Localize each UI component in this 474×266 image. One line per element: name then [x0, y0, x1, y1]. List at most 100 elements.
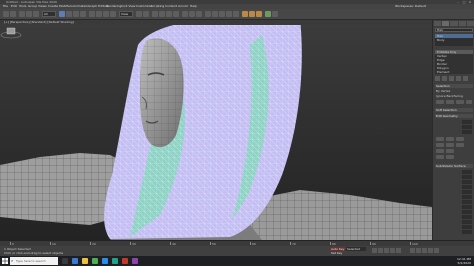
angle-snap-icon[interactable] — [159, 11, 165, 17]
mirror-icon[interactable] — [189, 11, 195, 17]
render-production-icon[interactable] — [256, 11, 262, 17]
key-filter-dropdown[interactable]: Selected — [346, 247, 366, 251]
motion-tab-icon[interactable] — [458, 21, 466, 26]
maximize-viewport-icon[interactable] — [434, 248, 439, 253]
param-row[interactable] — [436, 170, 472, 174]
param-row[interactable] — [436, 175, 472, 179]
create-button[interactable] — [436, 137, 444, 141]
taskbar-search-box[interactable]: ⌕ Type here to search — [10, 257, 58, 265]
go-to-end-icon[interactable] — [396, 248, 401, 253]
shrink-button[interactable] — [436, 100, 444, 104]
param-row[interactable] — [436, 205, 472, 209]
app-icon[interactable] — [132, 258, 138, 264]
stack-item[interactable]: Element — [435, 70, 473, 74]
modifier-list[interactable]: Hair Body — [435, 34, 473, 46]
zoom-all-icon[interactable] — [416, 248, 421, 253]
toggle-ribbon-icon[interactable] — [212, 11, 218, 17]
go-to-start-icon[interactable] — [372, 248, 377, 253]
select-move-icon[interactable] — [89, 11, 95, 17]
bind-space-warp-icon[interactable] — [33, 11, 39, 17]
render-setup-icon[interactable] — [242, 11, 248, 17]
align-icon[interactable] — [196, 11, 202, 17]
param-row[interactable] — [436, 200, 472, 204]
previous-frame-icon[interactable] — [378, 248, 383, 253]
remove-modifier-icon[interactable] — [456, 76, 461, 81]
pin-stack-icon[interactable] — [435, 76, 440, 81]
grow-button[interactable] — [446, 100, 454, 104]
window-crossing-icon[interactable] — [80, 11, 86, 17]
reference-coordinate-dropdown[interactable]: View — [119, 11, 133, 17]
param-row[interactable] — [436, 130, 472, 134]
param-row[interactable] — [436, 190, 472, 194]
a360-gallery-icon[interactable] — [272, 11, 278, 17]
named-selection-icon[interactable] — [182, 11, 188, 17]
pan-icon[interactable] — [422, 248, 427, 253]
make-unique-icon[interactable] — [449, 76, 454, 81]
rollout-subdivision-surface[interactable]: Subdivision Surface — [435, 164, 473, 168]
redo-icon[interactable] — [10, 11, 16, 17]
orbit-icon[interactable] — [428, 248, 433, 253]
task-view-icon[interactable] — [62, 258, 68, 264]
param-by-vertex[interactable]: By Vertex — [436, 89, 472, 93]
link-icon[interactable] — [19, 11, 25, 17]
layer-explorer-icon[interactable] — [205, 11, 211, 17]
material-editor-icon[interactable] — [233, 11, 239, 17]
param-row[interactable] — [436, 120, 472, 124]
slice-plane-button[interactable] — [436, 143, 444, 147]
unlink-icon[interactable] — [26, 11, 32, 17]
display-tab-icon[interactable] — [466, 21, 474, 26]
rollout-edit-geometry[interactable]: Edit Geometry — [435, 114, 473, 118]
quickslice-button[interactable] — [446, 143, 454, 147]
next-frame-icon[interactable] — [390, 248, 395, 253]
undo-icon[interactable] — [3, 11, 9, 17]
percent-snap-icon[interactable] — [166, 11, 172, 17]
snaps-toggle-icon[interactable] — [152, 11, 158, 17]
param-row[interactable] — [436, 210, 472, 214]
zoom-icon[interactable] — [410, 248, 415, 253]
tessellate-button[interactable] — [446, 149, 454, 153]
manipulate-icon[interactable] — [143, 11, 149, 17]
select-by-name-icon[interactable] — [66, 11, 72, 17]
spinner-snap-icon[interactable] — [173, 11, 179, 17]
relax-button[interactable] — [446, 155, 454, 159]
select-rotate-icon[interactable] — [96, 11, 102, 17]
pivot-center-icon[interactable] — [136, 11, 142, 17]
selection-filter-dropdown[interactable]: All — [42, 11, 56, 17]
configure-sets-icon[interactable] — [463, 76, 468, 81]
param-row[interactable] — [436, 185, 472, 189]
system-clock[interactable]: 12:41 PM 5/2/2020 — [457, 257, 471, 265]
render-in-cloud-icon[interactable] — [265, 11, 271, 17]
viewcube-icon[interactable] — [0, 25, 22, 39]
modify-tab-icon[interactable] — [442, 21, 450, 26]
make-planar-button[interactable] — [436, 155, 444, 159]
curve-editor-icon[interactable] — [219, 11, 225, 17]
cut-button[interactable] — [456, 143, 464, 147]
msmooth-button[interactable] — [436, 149, 444, 153]
loop-button[interactable] — [466, 100, 472, 104]
set-key-button[interactable]: Set Key — [330, 251, 343, 255]
app-icon[interactable] — [122, 258, 128, 264]
list-item[interactable]: Body — [435, 38, 473, 42]
select-object-icon[interactable] — [59, 11, 65, 17]
rollout-soft-selection[interactable]: Soft Selection — [435, 108, 473, 112]
store-app-icon[interactable] — [102, 258, 108, 264]
attach-button[interactable] — [456, 137, 464, 141]
select-scale-icon[interactable] — [103, 11, 109, 17]
show-end-result-icon[interactable] — [442, 76, 447, 81]
perspective-viewport[interactable] — [0, 25, 432, 240]
param-row[interactable] — [436, 225, 472, 229]
object-name-field[interactable]: Hair — [435, 28, 473, 32]
param-row[interactable] — [436, 220, 472, 224]
windows-start-icon[interactable] — [2, 258, 8, 264]
rectangular-selection-icon[interactable] — [73, 11, 79, 17]
face-mesh[interactable] — [140, 38, 184, 148]
placement-icon[interactable] — [110, 11, 116, 17]
param-row[interactable] — [436, 195, 472, 199]
collapse-button[interactable] — [446, 137, 454, 141]
rollout-selection[interactable]: Selection — [435, 84, 473, 88]
chrome-app-icon[interactable] — [92, 258, 98, 264]
param-ignore-backfacing[interactable]: Ignore Backfacing — [436, 94, 472, 98]
ring-button[interactable] — [456, 100, 464, 104]
edge-app-icon[interactable] — [72, 258, 78, 264]
hierarchy-tab-icon[interactable] — [450, 21, 458, 26]
